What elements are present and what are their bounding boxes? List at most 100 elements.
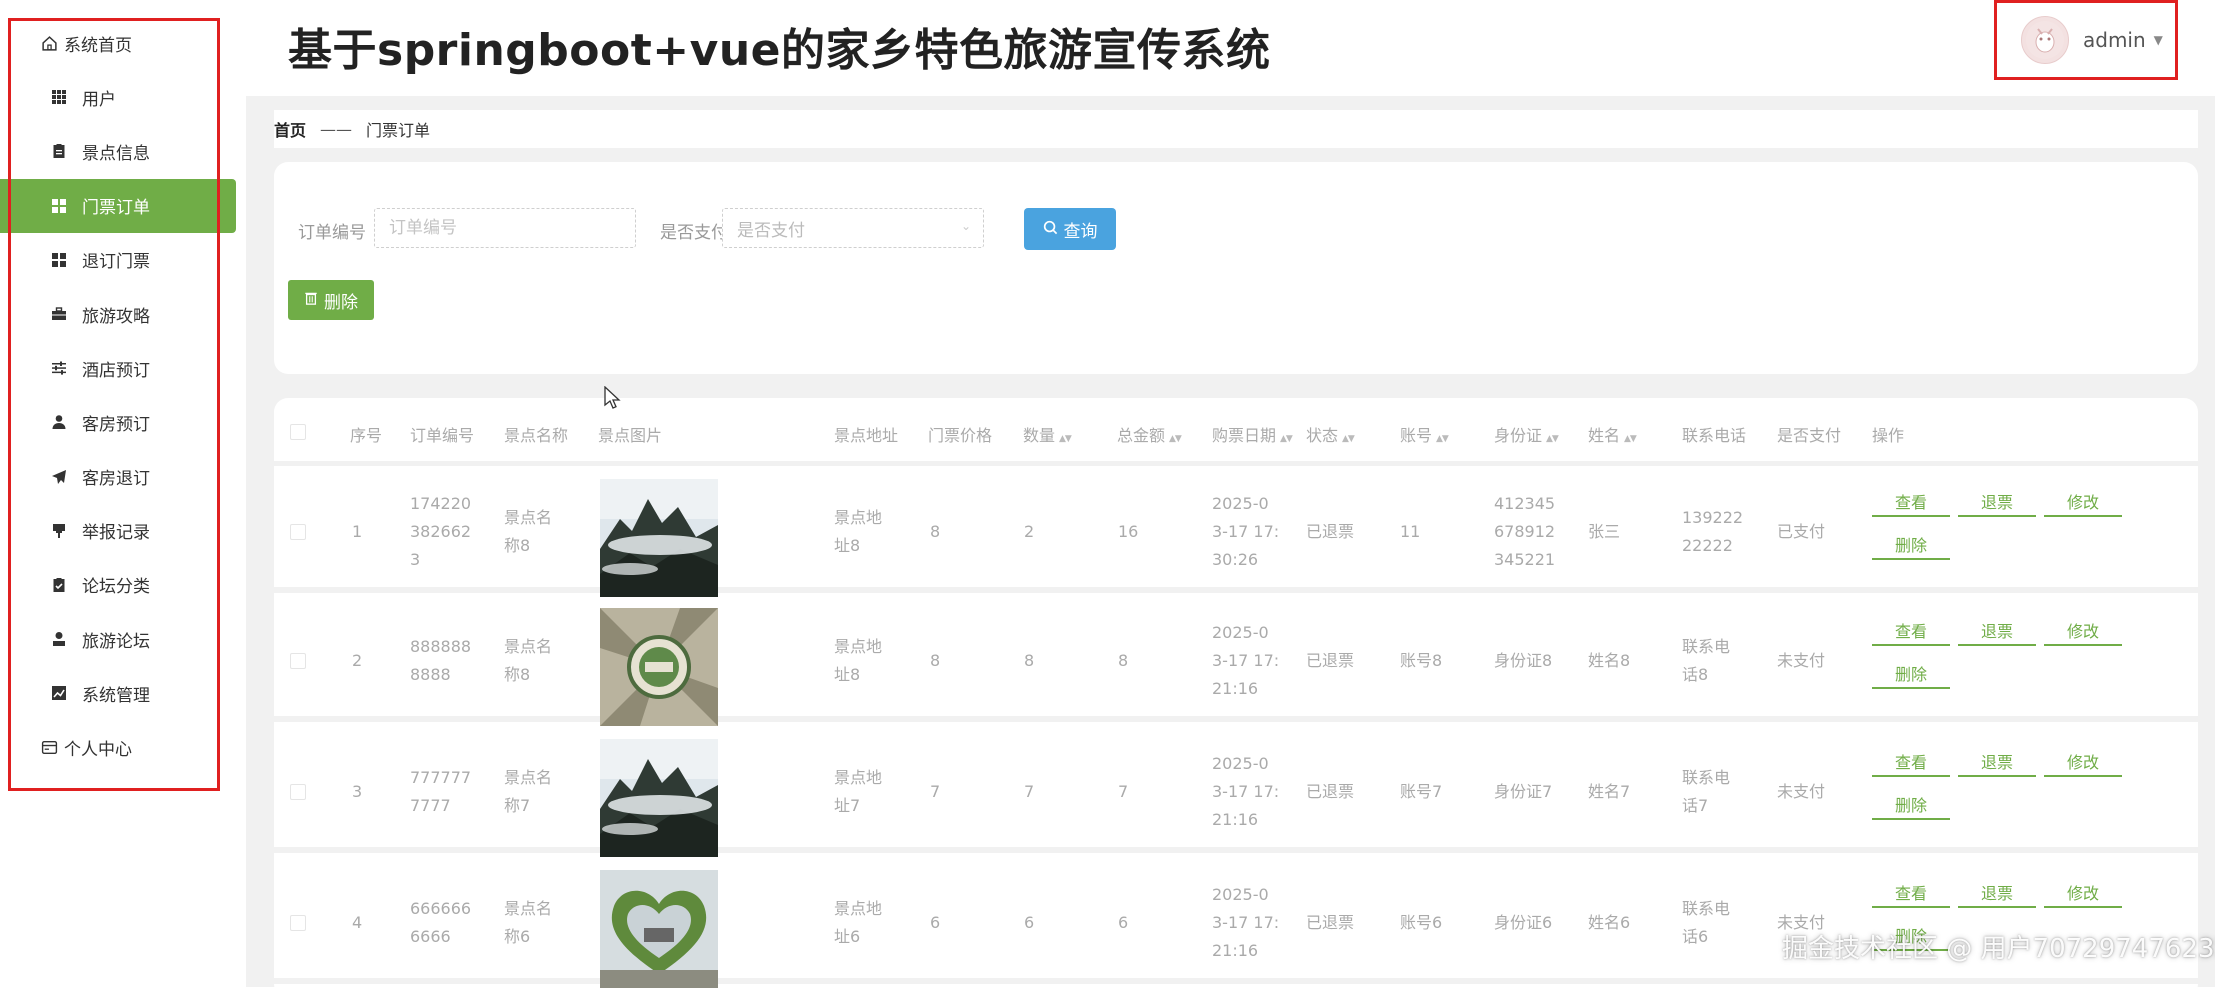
cell-line: 话6 bbox=[1682, 927, 1709, 946]
refund-button[interactable]: 退票 bbox=[1958, 489, 2036, 517]
spot-image bbox=[600, 608, 718, 726]
table-header: 序号 订单编号 景点名称 景点图片 景点地址 门票价格 数量 ▲▼ 总金额 ▲▼ 购… bbox=[274, 398, 2198, 466]
cell-line: 139222 bbox=[1682, 508, 1744, 527]
cell-spot-name: 景点名 称8 bbox=[504, 504, 552, 560]
row-checkbox[interactable] bbox=[290, 915, 306, 931]
cell-line: 21:16 bbox=[1212, 810, 1259, 829]
sort-icon[interactable]: ▲▼ bbox=[1342, 434, 1355, 444]
header-date[interactable]: 购票日期 ▲▼ bbox=[1212, 422, 1293, 446]
sort-icon[interactable]: ▲▼ bbox=[1546, 434, 1559, 444]
breadcrumb-current: 门票订单 bbox=[366, 121, 431, 140]
cell-id-card: 身份证8 bbox=[1494, 647, 1552, 675]
header-total[interactable]: 总金额 ▲▼ bbox=[1117, 422, 1182, 446]
row-checkbox[interactable] bbox=[290, 524, 306, 540]
delete-row-button[interactable]: 删除 bbox=[1872, 792, 1950, 820]
refund-button[interactable]: 退票 bbox=[1958, 618, 2036, 646]
cell-line: 3-17 17: bbox=[1212, 913, 1280, 932]
edit-button[interactable]: 修改 bbox=[2044, 749, 2122, 777]
header-name[interactable]: 姓名 ▲▼ bbox=[1588, 422, 1637, 446]
header-index: 序号 bbox=[350, 426, 383, 445]
edit-button[interactable]: 修改 bbox=[2044, 618, 2122, 646]
cell-line: 22222 bbox=[1682, 536, 1733, 555]
refund-button[interactable]: 退票 bbox=[1958, 749, 2036, 777]
view-button[interactable]: 查看 bbox=[1872, 618, 1950, 646]
header-total-label: 总金额 bbox=[1117, 426, 1166, 445]
refund-button[interactable]: 退票 bbox=[1958, 880, 2036, 908]
header-id-card[interactable]: 身份证 ▲▼ bbox=[1494, 422, 1559, 446]
cell-line: 称8 bbox=[504, 665, 531, 684]
cell-total: 16 bbox=[1118, 522, 1139, 541]
edit-button[interactable]: 修改 bbox=[2044, 880, 2122, 908]
edit-button[interactable]: 修改 bbox=[2044, 489, 2122, 517]
cell-paid: 未支付 bbox=[1777, 651, 1826, 670]
cell-paid: 未支付 bbox=[1777, 782, 1826, 801]
cell-date: 2025-0 3-17 17: 30:26 bbox=[1212, 490, 1279, 574]
caret-down-icon: ▼ bbox=[2153, 33, 2163, 47]
batch-delete-button[interactable]: 删除 bbox=[288, 280, 374, 320]
header-spot-address: 景点地址 bbox=[834, 426, 899, 445]
select-all-checkbox[interactable] bbox=[290, 424, 306, 440]
row-checkbox[interactable] bbox=[290, 784, 306, 800]
sort-icon[interactable]: ▲▼ bbox=[1624, 434, 1637, 444]
cell-spot-address: 景点地 址7 bbox=[834, 764, 882, 820]
cell-ticket-price: 8 bbox=[930, 522, 941, 541]
cell-line: 382662 bbox=[410, 522, 472, 541]
cell-total: 8 bbox=[1118, 651, 1129, 670]
cell-id-card: 身份证7 bbox=[1494, 778, 1552, 806]
order-no-field[interactable] bbox=[374, 208, 636, 248]
cell-line: 7777 bbox=[410, 796, 451, 815]
header-date-label: 购票日期 bbox=[1212, 426, 1277, 445]
watermark: 掘金技术社区 @ 用户707297476235 bbox=[1782, 934, 2215, 964]
search-panel: 订单编号 是否支付 是否支付 ⌄ 查询 删除 bbox=[274, 162, 2198, 374]
cell-line: 话8 bbox=[1682, 665, 1709, 684]
main-content: 首页 —— 门票订单 订单编号 是否支付 是否支付 ⌄ 查询 删除 序 bbox=[246, 96, 2215, 998]
page-title: 基于springboot+vue的家乡特色旅游宣传系统 bbox=[288, 25, 1271, 76]
cell-phone: 联系电 话7 bbox=[1682, 764, 1730, 820]
cell-account: 账号7 bbox=[1400, 782, 1443, 801]
delete-row-button[interactable]: 删除 bbox=[1872, 661, 1950, 689]
cell-quantity: 7 bbox=[1024, 782, 1035, 801]
cell-line: 21:16 bbox=[1212, 679, 1259, 698]
sort-icon[interactable]: ▲▼ bbox=[1059, 434, 1072, 444]
breadcrumb-home[interactable]: 首页 bbox=[274, 117, 306, 141]
query-button[interactable]: 查询 bbox=[1024, 208, 1116, 250]
cell-line: 678912 bbox=[1494, 522, 1556, 541]
cell-line: 21:16 bbox=[1212, 941, 1259, 960]
cell-spot-address: 景点地 址8 bbox=[834, 504, 882, 560]
sort-icon[interactable]: ▲▼ bbox=[1169, 434, 1182, 444]
header-status[interactable]: 状态 ▲▼ bbox=[1306, 422, 1355, 446]
row-checkbox[interactable] bbox=[290, 653, 306, 669]
user-menu[interactable]: admin ▼ bbox=[1994, 0, 2178, 80]
cell-total: 7 bbox=[1118, 782, 1129, 801]
header-account[interactable]: 账号 ▲▼ bbox=[1400, 422, 1449, 446]
sort-icon[interactable]: ▲▼ bbox=[1436, 434, 1449, 444]
cell-line: 景点名 bbox=[504, 899, 553, 918]
header-paid: 是否支付 bbox=[1777, 426, 1842, 445]
cell-line: 2025-0 bbox=[1212, 494, 1269, 513]
cell-line: 联系电 bbox=[1682, 637, 1731, 656]
header-quantity[interactable]: 数量 ▲▼ bbox=[1023, 422, 1072, 446]
cell-line: 777777 bbox=[410, 768, 472, 787]
cell-name: 姓名7 bbox=[1588, 782, 1631, 801]
paid-label: 是否支付 bbox=[660, 223, 728, 243]
cell-index: 2 bbox=[352, 651, 363, 670]
paid-select-placeholder: 是否支付 bbox=[737, 220, 805, 241]
view-button[interactable]: 查看 bbox=[1872, 749, 1950, 777]
cell-line: 景点地 bbox=[834, 508, 883, 527]
delete-row-button[interactable]: 删除 bbox=[1872, 532, 1950, 560]
header-name-label: 姓名 bbox=[1588, 426, 1621, 445]
cell-line: 称6 bbox=[504, 927, 531, 946]
sort-icon[interactable]: ▲▼ bbox=[1280, 434, 1293, 444]
header-ticket-price: 门票价格 bbox=[928, 426, 993, 445]
order-no-input[interactable] bbox=[389, 218, 635, 238]
cell-line: 景点地 bbox=[834, 637, 883, 656]
cell-quantity: 8 bbox=[1024, 651, 1035, 670]
cell-line: 联系电 bbox=[1682, 768, 1731, 787]
header-quantity-label: 数量 bbox=[1023, 426, 1056, 445]
paid-select[interactable]: 是否支付 ⌄ bbox=[722, 208, 984, 248]
view-button[interactable]: 查看 bbox=[1872, 880, 1950, 908]
cell-index: 3 bbox=[352, 782, 363, 801]
view-button[interactable]: 查看 bbox=[1872, 489, 1950, 517]
cell-line: 345221 bbox=[1494, 550, 1556, 569]
cell-line: 3-17 17: bbox=[1212, 522, 1280, 541]
